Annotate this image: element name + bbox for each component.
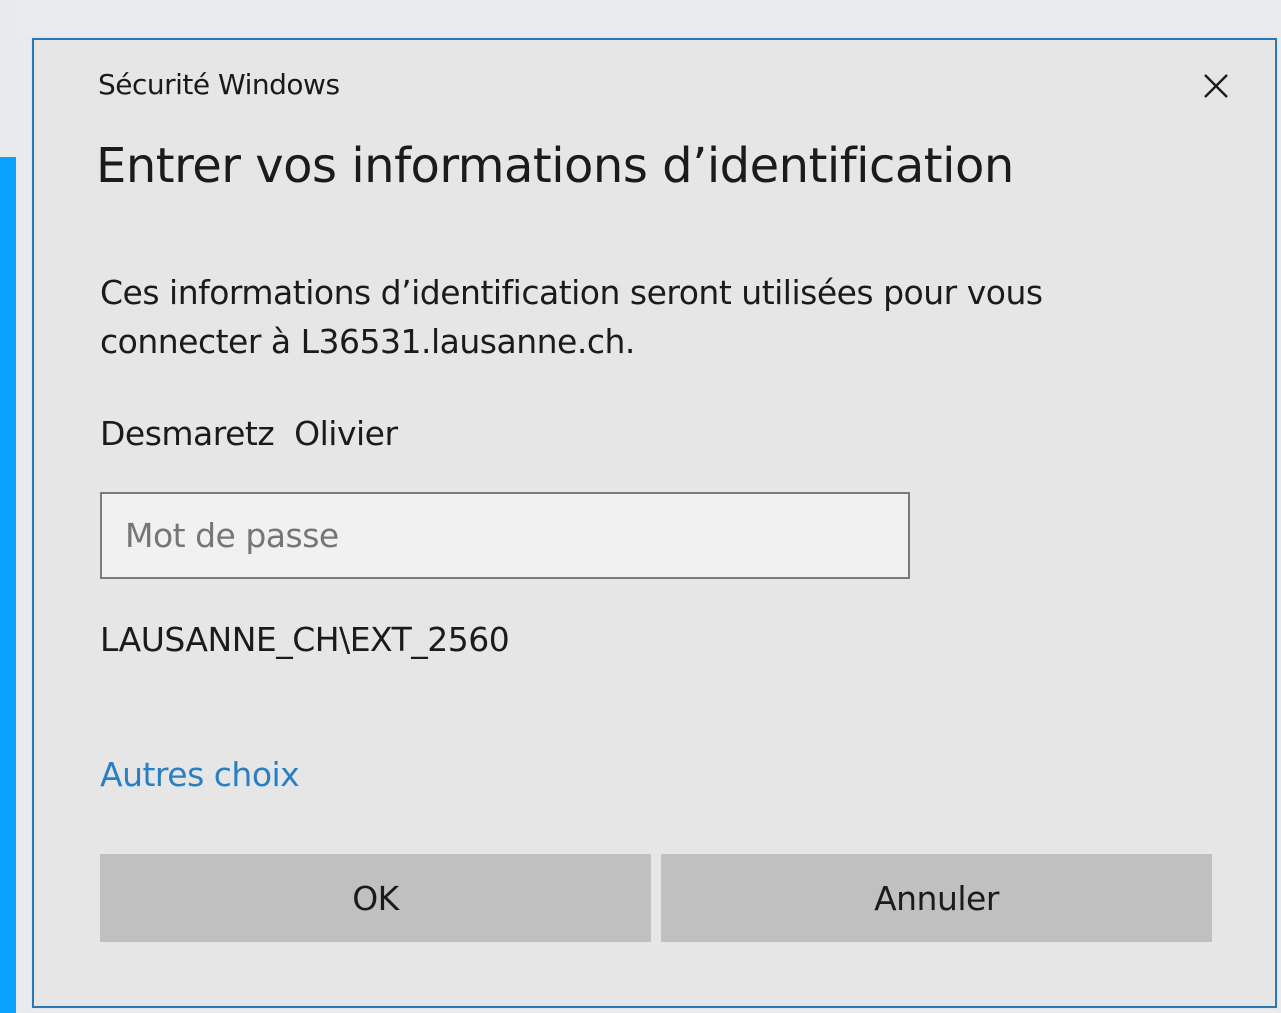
dialog-description: Ces informations d’identification seront… <box>100 273 1043 361</box>
dialog-heading: Entrer vos informations d’identification <box>96 138 1014 194</box>
background-top <box>16 0 1281 38</box>
more-choices-link[interactable]: Autres choix <box>100 755 300 794</box>
credentials-dialog: Sécurité Windows Entrer vos informations… <box>32 38 1277 1008</box>
ok-button[interactable]: OK <box>100 854 651 942</box>
background-accent-strip <box>0 157 16 1013</box>
password-input[interactable] <box>100 492 910 579</box>
domain-label: LAUSANNE_CH\EXT_2560 <box>100 620 510 659</box>
username-label: Desmaretz Olivier <box>100 414 398 453</box>
window-title: Sécurité Windows <box>98 68 340 101</box>
close-icon <box>1204 74 1228 98</box>
close-button[interactable] <box>1196 66 1236 106</box>
cancel-button[interactable]: Annuler <box>661 854 1212 942</box>
